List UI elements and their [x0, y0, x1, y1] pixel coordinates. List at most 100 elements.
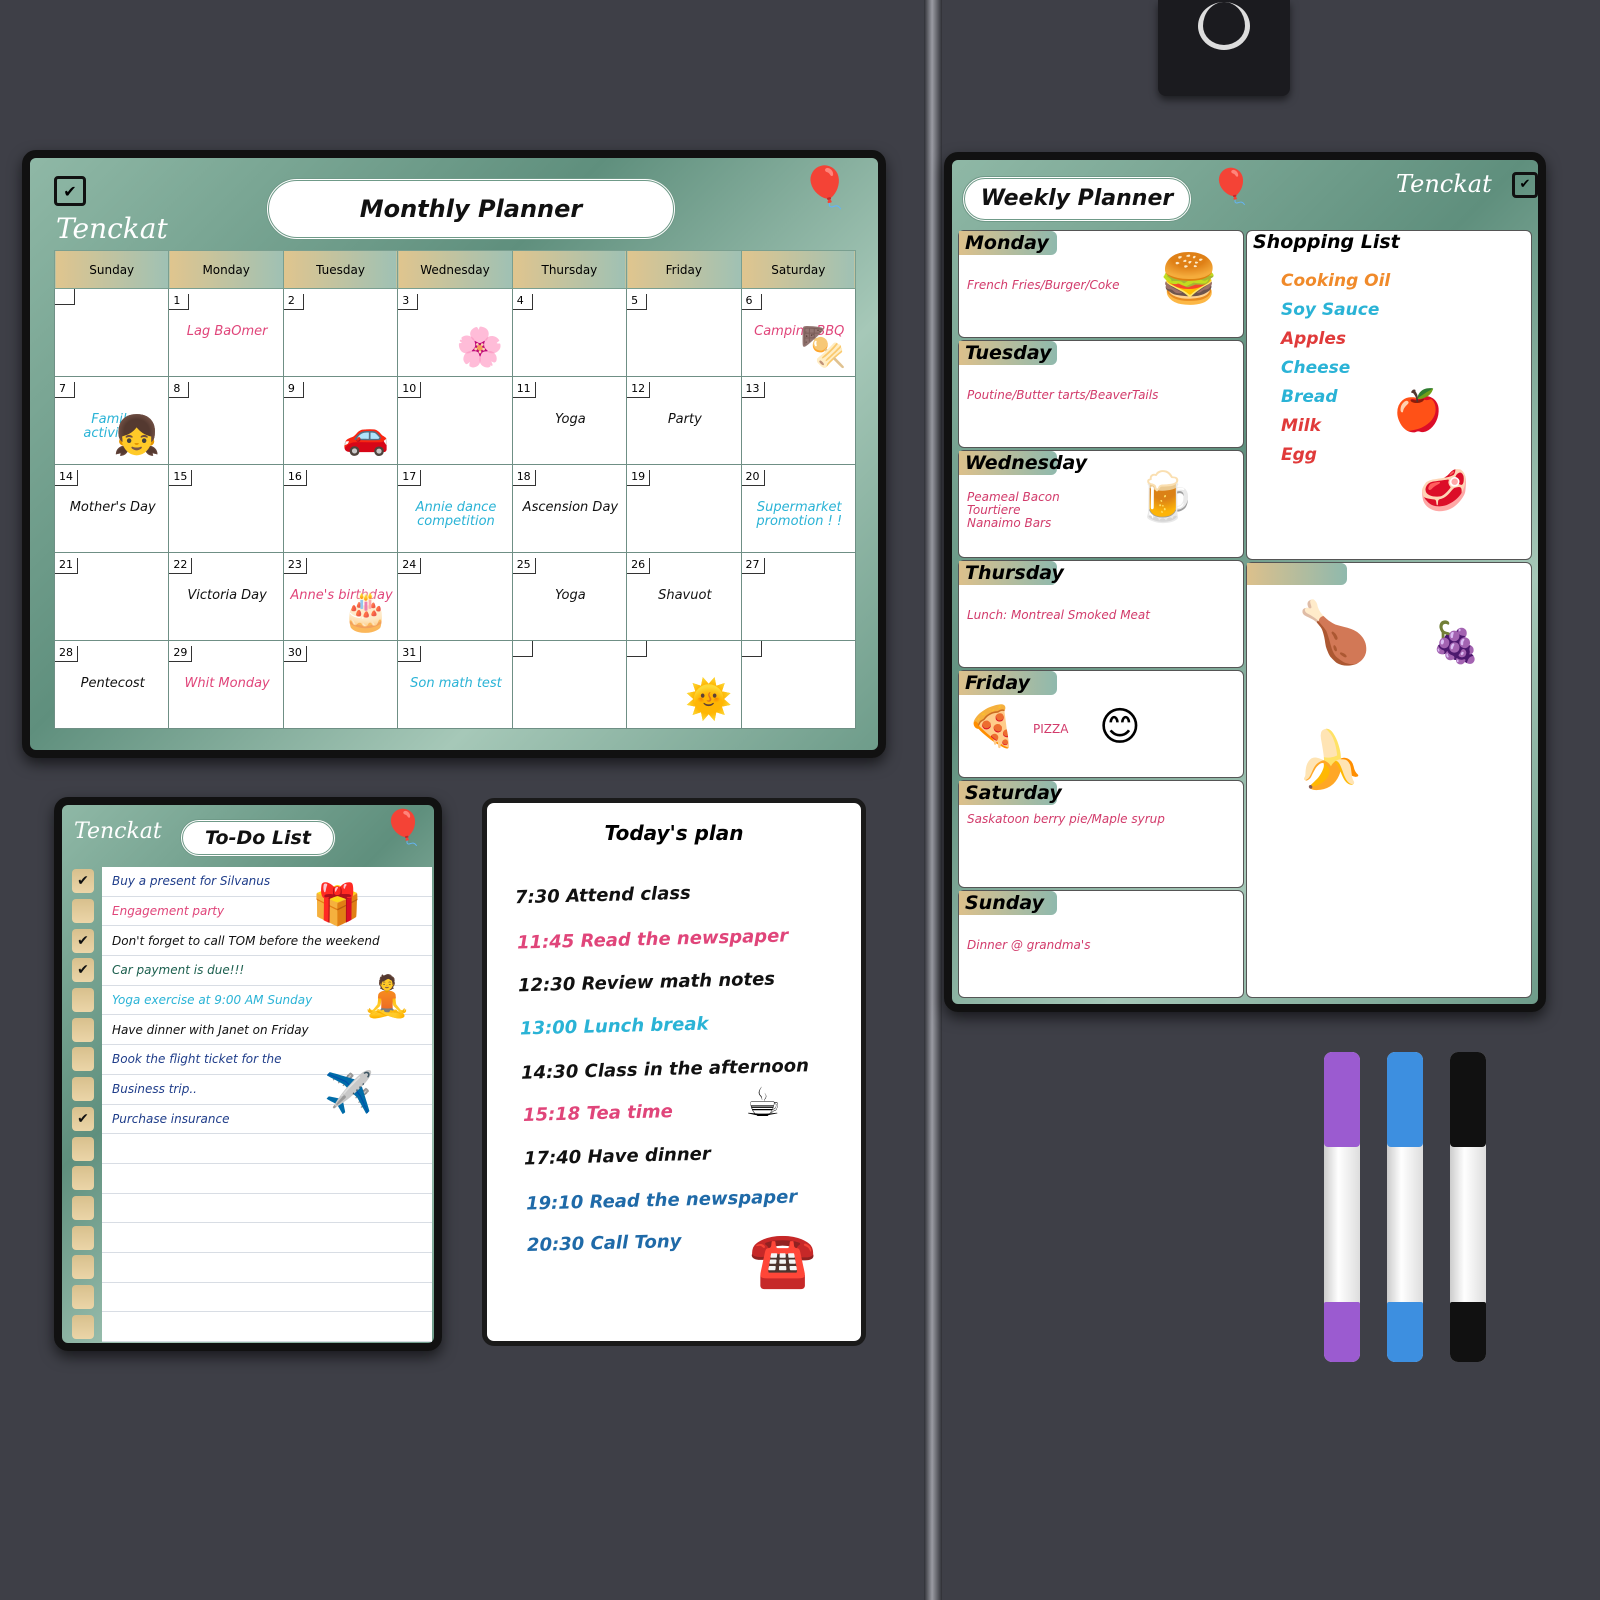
event-text: Mother's Day — [69, 500, 156, 515]
checkbox[interactable] — [72, 1136, 94, 1161]
checkbox[interactable]: ✔ — [72, 958, 94, 983]
calendar-cell[interactable]: 21 — [53, 552, 170, 641]
weekday-box[interactable]: Wednesday Peameal Bacon Tourtiere Nanaimo B… — [958, 450, 1244, 558]
whiteboard-marker[interactable] — [1387, 1052, 1423, 1362]
checkbox[interactable]: ✔ — [72, 1106, 94, 1131]
meal-text: Dinner @ grandma's — [967, 938, 1091, 952]
checkbox[interactable] — [72, 1225, 94, 1250]
weekday-box[interactable]: Thursday Lunch: Montreal Smoked Meat — [958, 560, 1244, 668]
date-number: 6 — [741, 294, 762, 310]
calendar-cell[interactable]: 2 — [282, 288, 399, 377]
date-number — [627, 641, 648, 657]
checkbox[interactable] — [72, 988, 94, 1013]
calendar-cell[interactable]: 13 — [740, 376, 857, 465]
checkbox[interactable] — [72, 1166, 94, 1191]
checkbox[interactable] — [72, 1017, 94, 1042]
meal-text: French Fries/Burger/Coke — [967, 278, 1120, 292]
todo-item — [72, 1253, 432, 1283]
calendar-cell[interactable]: 19 — [626, 464, 742, 553]
checkbox[interactable] — [72, 1195, 94, 1220]
checkbox[interactable] — [72, 1255, 94, 1280]
calendar-grid: Sunday Monday Tuesday Wednesday Thursday Frid… — [53, 250, 857, 729]
pizza-icon: 🍕 — [967, 704, 1017, 750]
calendar-cell[interactable]: 1 Lag BaOmer — [168, 288, 284, 377]
weekday-label: Friday — [959, 671, 1057, 695]
calendar-cell[interactable]: 27 — [740, 552, 857, 641]
calendar-cell[interactable]: 25 Yoga — [511, 552, 628, 641]
calendar-cell[interactable]: 14 Mother's Day — [53, 464, 170, 553]
marker-end — [1324, 1302, 1360, 1362]
calendar-cell[interactable]: 3 🌸 — [397, 288, 513, 377]
shopping-list-box: Shopping List Cooking Oil Soy Sauce Apples… — [1246, 230, 1532, 560]
todo-text: Engagement party — [112, 904, 225, 919]
date-number: 14 — [55, 470, 78, 486]
calendar-cell[interactable]: 29 Whit Monday — [168, 640, 284, 729]
date-number: 31 — [398, 646, 422, 662]
shopping-list-title: Shopping List — [1253, 231, 1400, 253]
calendar-cell[interactable] — [53, 288, 170, 377]
weekday-box[interactable]: Tuesday Poutine/Butter tarts/BeaverTails — [958, 340, 1244, 448]
calendar-cell[interactable]: 9 🚗 — [282, 376, 399, 465]
calendar-cell[interactable]: 28 Pentecost — [53, 640, 170, 729]
calendar-cell[interactable]: 8 — [168, 376, 284, 465]
car-icon: 🚗 — [341, 413, 390, 457]
calendar-cell[interactable] — [740, 640, 857, 729]
calendar-cell[interactable]: 23 Anne's birthday 🎂 — [282, 552, 399, 641]
calendar-cell[interactable] — [511, 640, 628, 729]
checkbox[interactable]: ✔ — [72, 928, 94, 953]
calendar-cell[interactable]: 18 Ascension Day — [511, 464, 628, 553]
apple-icon: 🍎 — [1393, 388, 1443, 434]
calendar-cell[interactable]: 4 — [511, 288, 628, 377]
checkbox[interactable]: ✔ — [72, 869, 94, 894]
date-number: 1 — [169, 294, 190, 310]
shopping-item: Milk — [1281, 416, 1321, 436]
calendar-cell[interactable]: 🌞 — [626, 640, 742, 729]
weekday-box[interactable]: Saturday Saskatoon berry pie/Maple syrup — [958, 780, 1244, 888]
calendar-cell[interactable]: 10 — [397, 376, 513, 465]
checkbox[interactable] — [72, 1314, 94, 1339]
checkbox[interactable] — [72, 1284, 94, 1309]
date-number: 18 — [512, 470, 536, 486]
whiteboard-marker[interactable] — [1324, 1052, 1360, 1362]
calendar-cell[interactable]: 16 — [282, 464, 399, 553]
calendar-cell[interactable]: 7 Family activities 👧 — [53, 376, 170, 465]
meal-text: PIZZA — [1033, 722, 1069, 736]
calendar-cell[interactable]: 22 Victoria Day — [168, 552, 284, 641]
calendar-cell[interactable]: 26 Shavuot — [626, 552, 742, 641]
calendar-cell[interactable]: 20 Supermarket promotion ! ! — [740, 464, 857, 553]
calendar-cell[interactable]: 24 — [397, 552, 513, 641]
calendar-icon: ✔ — [1512, 172, 1538, 198]
weekday-box[interactable]: Sunday Dinner @ grandma's — [958, 890, 1244, 998]
checkbox[interactable] — [72, 899, 94, 924]
plan-item: 19:10 Read the newspaper — [525, 1185, 798, 1215]
flower-icon: 🌸 — [456, 325, 504, 369]
date-number: 24 — [398, 558, 422, 574]
fridge-door-seam — [924, 0, 942, 1600]
calendar-cell[interactable]: 31 Son math test — [397, 640, 513, 729]
date-number: 12 — [627, 382, 651, 398]
calendar-cell[interactable]: 12 Party — [626, 376, 742, 465]
notes-tab — [1247, 563, 1347, 585]
calendar-cell[interactable]: 15 — [168, 464, 284, 553]
shopping-item: Egg — [1281, 445, 1317, 465]
date-number: 4 — [512, 294, 533, 310]
brand-logo: Tenckat — [1396, 170, 1492, 198]
calendar-cell[interactable]: 11 Yoga — [511, 376, 628, 465]
calendar-cell[interactable]: 30 — [282, 640, 399, 729]
checkbox[interactable] — [72, 1077, 94, 1102]
plan-item: 15:18 Tea time — [522, 1100, 673, 1126]
whiteboard-marker[interactable] — [1450, 1052, 1486, 1362]
calendar-cell[interactable]: 6 Camping BBQ 🍢 — [740, 288, 857, 377]
weekday-box[interactable]: Monday French Fries/Burger/Coke 🍔 — [958, 230, 1244, 338]
plan-item: 11:45 Read the newspaper — [516, 924, 789, 954]
calendar-cell[interactable]: 17 Annie dance competition — [397, 464, 513, 553]
grapes-icon: 🍇 — [1431, 620, 1481, 666]
telephone-icon: ☎️ — [749, 1228, 817, 1291]
checkbox[interactable] — [72, 1047, 94, 1072]
todo-text: Book the flight ticket for the — [112, 1052, 282, 1067]
weekday-box[interactable]: Friday PIZZA 🍕 😊 — [958, 670, 1244, 778]
calendar-cell[interactable]: 5 — [626, 288, 742, 377]
brand-logo: Tenckat — [56, 212, 168, 245]
meal-text: Poutine/Butter tarts/BeaverTails — [967, 388, 1159, 402]
event-text: Ascension Day — [522, 500, 619, 515]
